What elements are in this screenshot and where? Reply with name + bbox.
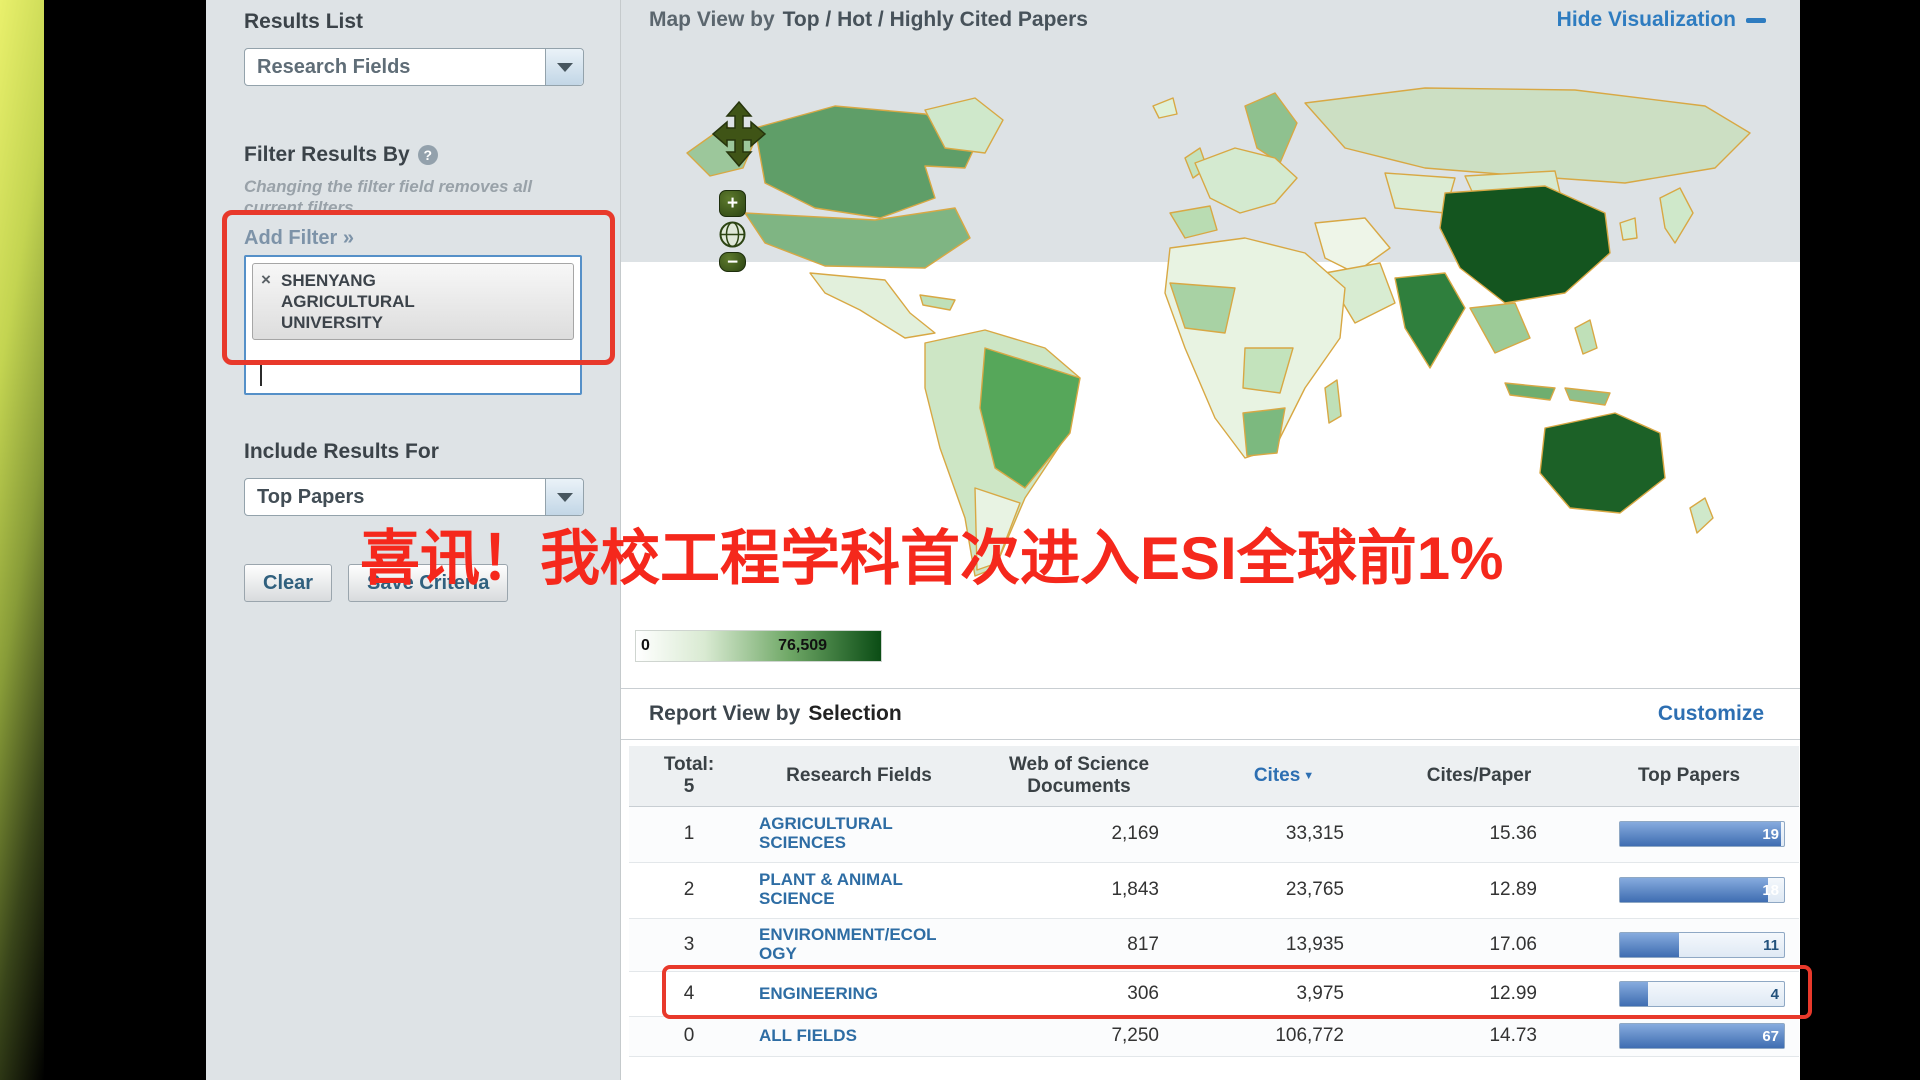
zoom-in-button[interactable]: +	[719, 190, 746, 217]
row-docs: 7,250	[969, 1016, 1189, 1056]
include-results-dropdown[interactable]: Top Papers	[244, 478, 584, 516]
results-list-dropdown-value: Research Fields	[245, 56, 545, 79]
row-cites-per-paper: 15.36	[1379, 806, 1579, 862]
hide-visualization-link[interactable]: Hide Visualization	[1557, 8, 1766, 32]
row-cites-per-paper: 17.06	[1379, 918, 1579, 971]
top-papers-value: 11	[1763, 937, 1779, 954]
table-row: 0 ALL FIELDS 7,250 106,772 14.73 67	[629, 1016, 1799, 1056]
top-papers-bar-fill	[1620, 982, 1648, 1006]
filter-input-box[interactable]: × SHENYANG AGRICULTURAL UNIVERSITY	[244, 255, 582, 395]
zoom-out-button[interactable]: −	[719, 252, 746, 272]
chevron-down-icon	[557, 63, 573, 72]
table-row: 2 PLANT & ANIMAL SCIENCE 1,843 23,765 12…	[629, 862, 1799, 918]
world-map-visualization[interactable]	[625, 48, 1800, 628]
report-header: Report View bySelection Customize	[621, 688, 1800, 740]
chevron-down-icon	[557, 493, 573, 502]
table-row: 4 ENGINEERING 306 3,975 12.99 4	[629, 971, 1799, 1016]
map-color-legend: 0 76,509	[635, 630, 882, 662]
research-field-link[interactable]: AGRICULTURAL SCIENCES	[759, 814, 939, 852]
top-papers-bar-fill	[1620, 1024, 1784, 1048]
column-wos-documents: Web of Science Documents	[969, 746, 1189, 806]
column-research-fields: Research Fields	[749, 746, 969, 806]
row-docs: 2,169	[969, 806, 1189, 862]
sidebar: Results List Research Fields Filter Resu…	[206, 0, 621, 1080]
table-header-row: Total: 5 Research Fields Web of Science …	[629, 746, 1799, 806]
research-field-link[interactable]: ENVIRONMENT/ECOLOGY	[759, 925, 939, 963]
globe-icon[interactable]	[719, 221, 746, 248]
research-field-link[interactable]: ENGINEERING	[759, 984, 939, 1003]
row-cites-per-paper: 14.73	[1379, 1016, 1579, 1056]
map-zoom-controls: + −	[719, 190, 746, 272]
filter-tag-label: SHENYANG AGRICULTURAL UNIVERSITY	[281, 270, 451, 333]
save-criteria-button[interactable]: Save Criteria	[348, 564, 508, 602]
add-filter-link[interactable]: Add Filter »	[244, 227, 354, 250]
include-results-dropdown-value: Top Papers	[245, 486, 545, 509]
row-rank: 2	[629, 862, 749, 918]
legend-max-label: 76,509	[778, 637, 827, 655]
row-cites: 23,765	[1189, 862, 1379, 918]
row-rank: 1	[629, 806, 749, 862]
column-total: Total: 5	[629, 746, 749, 806]
row-docs: 1,843	[969, 862, 1189, 918]
map-view-title: Map View byTop / Hot / Highly Cited Pape…	[649, 8, 1088, 32]
legend-min-label: 0	[641, 637, 650, 655]
top-papers-value: 67	[1762, 1028, 1779, 1045]
filter-results-heading: Filter Results By?	[244, 143, 438, 167]
top-papers-bar-fill	[1620, 822, 1781, 846]
row-cites: 33,315	[1189, 806, 1379, 862]
results-list-dropdown[interactable]: Research Fields	[244, 48, 584, 86]
row-cites: 3,975	[1189, 971, 1379, 1016]
row-cites-per-paper: 12.99	[1379, 971, 1579, 1016]
row-docs: 306	[969, 971, 1189, 1016]
text-cursor	[260, 361, 262, 386]
column-top-papers: Top Papers	[1579, 746, 1799, 806]
top-papers-bar: 18	[1619, 877, 1785, 903]
top-papers-value: 4	[1771, 986, 1779, 1003]
top-papers-bar: 67	[1619, 1023, 1785, 1049]
row-docs: 817	[969, 918, 1189, 971]
row-cites: 106,772	[1189, 1016, 1379, 1056]
row-rank: 3	[629, 918, 749, 971]
report-table: Total: 5 Research Fields Web of Science …	[629, 746, 1799, 1057]
top-papers-bar-fill	[1620, 878, 1768, 902]
main-content: Map View byTop / Hot / Highly Cited Pape…	[621, 0, 1800, 1080]
sort-descending-icon: ▼	[1303, 770, 1314, 782]
row-rank: 0	[629, 1016, 749, 1056]
table-row: 3 ENVIRONMENT/ECOLOGY 817 13,935 17.06 1…	[629, 918, 1799, 971]
row-rank: 4	[629, 971, 749, 1016]
row-cites: 13,935	[1189, 918, 1379, 971]
remove-filter-icon[interactable]: ×	[261, 270, 271, 290]
results-list-heading: Results List	[244, 10, 363, 34]
top-papers-bar: 4	[1619, 981, 1785, 1007]
minus-icon	[1746, 18, 1766, 23]
help-icon[interactable]: ?	[418, 145, 438, 165]
top-papers-bar-fill	[1620, 933, 1679, 957]
filter-note: Changing the filter field removes all cu…	[244, 176, 574, 218]
column-cites-per-paper: Cites/Paper	[1379, 746, 1579, 806]
column-cites-sort[interactable]: Cites▼	[1189, 746, 1379, 806]
map-pan-control[interactable]	[711, 100, 767, 172]
customize-link[interactable]: Customize	[1658, 702, 1764, 726]
background-photo-strip	[0, 0, 44, 1080]
map-header: Map View byTop / Hot / Highly Cited Pape…	[621, 0, 1800, 40]
research-field-link[interactable]: PLANT & ANIMAL SCIENCE	[759, 870, 939, 908]
clear-button[interactable]: Clear	[244, 564, 332, 602]
top-papers-bar: 19	[1619, 821, 1785, 847]
row-cites-per-paper: 12.89	[1379, 862, 1579, 918]
research-field-link[interactable]: ALL FIELDS	[759, 1026, 939, 1045]
include-results-heading: Include Results For	[244, 440, 439, 464]
report-view-title: Report View bySelection	[649, 702, 902, 726]
dropdown-button[interactable]	[545, 479, 583, 515]
top-papers-bar: 11	[1619, 932, 1785, 958]
table-row: 1 AGRICULTURAL SCIENCES 2,169 33,315 15.…	[629, 806, 1799, 862]
esi-application-window: Results List Research Fields Filter Resu…	[0, 0, 1920, 1080]
dropdown-button[interactable]	[545, 49, 583, 85]
top-papers-value: 18	[1762, 882, 1779, 899]
filter-tag: × SHENYANG AGRICULTURAL UNIVERSITY	[252, 263, 574, 340]
top-papers-value: 19	[1762, 826, 1779, 843]
